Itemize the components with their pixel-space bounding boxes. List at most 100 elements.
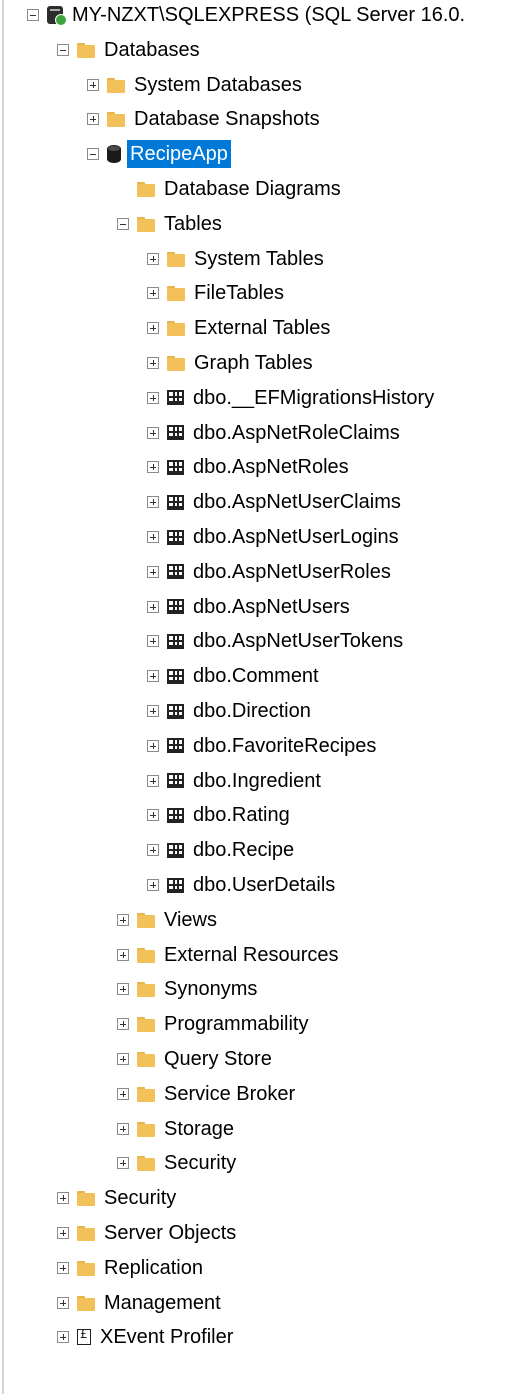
tree-node-label[interactable]: Server Objects	[101, 1219, 239, 1247]
tree-node[interactable]: Management	[57, 1286, 224, 1320]
expand-toggle-icon[interactable]	[147, 287, 159, 300]
tree-node-label[interactable]: dbo.Ingredient	[190, 767, 324, 795]
tree-node-label[interactable]: Database Diagrams	[161, 175, 344, 203]
tree-node-label[interactable]: System Tables	[191, 245, 327, 273]
expand-toggle-icon[interactable]	[117, 1018, 129, 1031]
tree-node-label[interactable]: dbo.AspNetUserRoles	[190, 558, 394, 586]
tree-node[interactable]: FileTables	[147, 276, 287, 310]
tree-node[interactable]: System Databases	[87, 68, 305, 102]
tree-node-label[interactable]: Views	[161, 906, 220, 934]
expand-toggle-icon[interactable]	[117, 948, 129, 961]
tree-node-label[interactable]: dbo.UserDetails	[190, 871, 338, 899]
tree-node-label[interactable]: dbo.AspNetRoles	[190, 453, 352, 481]
tree-node[interactable]: dbo.AspNetUsers	[147, 590, 353, 624]
tree-node-label[interactable]: Replication	[101, 1254, 206, 1282]
tree-node-label[interactable]: Storage	[161, 1115, 237, 1143]
expand-toggle-icon[interactable]	[147, 496, 159, 509]
tree-node-label[interactable]: dbo.AspNetUserTokens	[190, 627, 406, 655]
collapse-toggle-icon[interactable]	[57, 43, 69, 56]
tree-node-label[interactable]: dbo.Recipe	[190, 836, 297, 864]
tree-node[interactable]: System Tables	[147, 242, 327, 276]
tree-node[interactable]: Databases	[57, 33, 203, 67]
tree-node-label[interactable]: Management	[101, 1289, 224, 1317]
tree-node[interactable]: dbo.Rating	[147, 798, 293, 832]
expand-toggle-icon[interactable]	[147, 391, 159, 404]
tree-node[interactable]: dbo.Direction	[147, 694, 314, 728]
tree-node-label[interactable]: dbo.AspNetUserClaims	[190, 488, 404, 516]
tree-node-label[interactable]: dbo.Rating	[190, 801, 293, 829]
tree-node[interactable]: dbo.Ingredient	[147, 764, 324, 798]
tree-node-label[interactable]: dbo.AspNetUsers	[190, 593, 353, 621]
tree-node[interactable]: Query Store	[117, 1042, 275, 1076]
tree-node[interactable]: dbo.__EFMigrationsHistory	[147, 381, 437, 415]
tree-node[interactable]: Tables	[117, 207, 225, 241]
collapse-toggle-icon[interactable]	[117, 217, 129, 230]
expand-toggle-icon[interactable]	[147, 426, 159, 439]
expand-toggle-icon[interactable]	[147, 879, 159, 891]
tree-node-label[interactable]: Databases	[101, 36, 203, 64]
tree-node-label[interactable]: Security	[101, 1184, 179, 1212]
tree-node[interactable]: dbo.AspNetRoles	[147, 450, 352, 484]
tree-node[interactable]: External Tables	[147, 311, 333, 345]
expand-toggle-icon[interactable]	[57, 1331, 69, 1344]
tree-node[interactable]: Server Objects	[57, 1216, 239, 1250]
expand-toggle-icon[interactable]	[147, 600, 159, 613]
tree-node-label[interactable]: dbo.FavoriteRecipes	[190, 732, 379, 760]
tree-node[interactable]: Database Diagrams	[117, 172, 344, 206]
tree-node[interactable]: External Resources	[117, 938, 342, 972]
expand-toggle-icon[interactable]	[117, 1122, 129, 1135]
expand-toggle-icon[interactable]	[117, 983, 129, 996]
expand-toggle-icon[interactable]	[117, 1087, 129, 1100]
tree-node-label[interactable]: System Databases	[131, 71, 305, 99]
tree-node[interactable]: XEvent Profiler	[57, 1320, 236, 1354]
tree-node[interactable]: Service Broker	[117, 1077, 298, 1111]
expand-toggle-icon[interactable]	[147, 705, 159, 717]
tree-node-label[interactable]: Synonyms	[161, 975, 260, 1003]
expand-toggle-icon[interactable]	[57, 1296, 69, 1309]
tree-node-label[interactable]: dbo.Comment	[190, 662, 322, 690]
expand-toggle-icon[interactable]	[147, 774, 159, 787]
expand-toggle-icon[interactable]	[147, 565, 159, 578]
tree-node-label[interactable]: Database Snapshots	[131, 105, 323, 133]
expand-toggle-icon[interactable]	[147, 670, 159, 683]
tree-node[interactable]: dbo.UserDetails	[147, 868, 338, 902]
tree-node[interactable]: dbo.AspNetUserLogins	[147, 520, 402, 554]
tree-node[interactable]: dbo.AspNetUserTokens	[147, 624, 406, 658]
tree-node[interactable]: Security	[57, 1181, 179, 1215]
expand-toggle-icon[interactable]	[147, 357, 159, 369]
tree-node-label[interactable]: Security	[161, 1149, 239, 1177]
tree-node-label[interactable]: XEvent Profiler	[97, 1323, 236, 1351]
tree-node[interactable]: dbo.Recipe	[147, 833, 297, 867]
tree-node-label[interactable]: Service Broker	[161, 1080, 298, 1108]
expand-toggle-icon[interactable]	[147, 461, 159, 474]
expand-toggle-icon[interactable]	[87, 113, 99, 126]
expand-toggle-icon[interactable]	[147, 252, 159, 265]
tree-node[interactable]: Views	[117, 903, 220, 937]
expand-toggle-icon[interactable]	[147, 844, 159, 857]
tree-node-label[interactable]: FileTables	[191, 279, 287, 307]
expand-toggle-icon[interactable]	[87, 78, 99, 91]
tree-node-label[interactable]: dbo.Direction	[190, 697, 314, 725]
tree-node[interactable]: dbo.AspNetUserRoles	[147, 555, 394, 589]
tree-node-label[interactable]: Graph Tables	[191, 349, 316, 377]
tree-node-label[interactable]: MY-NZXT\SQLEXPRESS (SQL Server 16.0.	[69, 1, 468, 29]
expand-toggle-icon[interactable]	[57, 1192, 69, 1205]
tree-node[interactable]: dbo.FavoriteRecipes	[147, 729, 379, 763]
expand-toggle-icon[interactable]	[147, 322, 159, 335]
expand-toggle-icon[interactable]	[147, 809, 159, 822]
expand-toggle-icon[interactable]	[117, 913, 129, 926]
tree-node[interactable]: RecipeApp	[87, 137, 231, 171]
tree-node[interactable]: Programmability	[117, 1007, 311, 1041]
tree-node-label[interactable]: External Tables	[191, 314, 333, 342]
collapse-toggle-icon[interactable]	[87, 148, 99, 161]
tree-node-label[interactable]: Query Store	[161, 1045, 275, 1073]
collapse-toggle-icon[interactable]	[27, 9, 39, 21]
tree-node[interactable]: Synonyms	[117, 972, 260, 1006]
expand-toggle-icon[interactable]	[117, 1157, 129, 1170]
expand-toggle-icon[interactable]	[147, 531, 159, 543]
tree-node[interactable]: Database Snapshots	[87, 102, 323, 136]
expand-toggle-icon[interactable]	[147, 635, 159, 648]
tree-node[interactable]: dbo.Comment	[147, 659, 322, 693]
tree-node-label[interactable]: dbo.AspNetRoleClaims	[190, 419, 403, 447]
tree-node[interactable]: Storage	[117, 1112, 237, 1146]
